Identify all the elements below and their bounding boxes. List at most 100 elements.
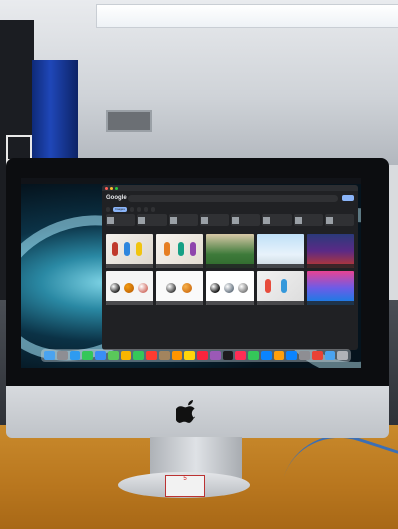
image-result[interactable]: [156, 234, 204, 268]
settings-icon[interactable]: [299, 351, 310, 360]
figure: [190, 242, 197, 256]
image-caption: [256, 264, 304, 268]
sticker-text: 5: [183, 476, 187, 482]
music-icon[interactable]: [197, 351, 208, 360]
soccer-ball-icon: [110, 283, 120, 293]
volleyball-icon: [138, 283, 148, 293]
filter-chip[interactable]: [106, 206, 110, 212]
mail-icon[interactable]: [95, 351, 106, 360]
minimize-window-icon[interactable]: [110, 186, 113, 190]
tv-icon[interactable]: [222, 351, 234, 360]
filter-chip[interactable]: [143, 206, 148, 212]
related-search-chip[interactable]: [168, 214, 198, 226]
search-header: Google: [102, 191, 358, 205]
numbers-icon[interactable]: [248, 351, 259, 360]
image-result[interactable]: [306, 271, 354, 305]
image-result[interactable]: [256, 234, 304, 268]
related-thumbnail: [263, 216, 271, 224]
related-search-chip[interactable]: [262, 214, 292, 226]
maximize-window-icon[interactable]: [115, 186, 118, 190]
search-filter-tabs: Images: [102, 205, 358, 213]
image-caption: [306, 264, 354, 268]
search-input[interactable]: [128, 194, 338, 202]
safari-icon[interactable]: [69, 351, 81, 360]
maps-icon[interactable]: [107, 351, 119, 360]
figure: [112, 242, 118, 256]
figure: [124, 242, 130, 256]
image-caption: [256, 301, 304, 305]
image-caption: [156, 264, 204, 268]
launchpad-icon[interactable]: [56, 351, 68, 360]
filter-chip[interactable]: [129, 206, 134, 212]
folder-icon[interactable]: [324, 351, 336, 360]
soccer-ball-icon: [238, 283, 249, 293]
notes-icon[interactable]: [184, 351, 195, 360]
image-result[interactable]: [256, 271, 304, 305]
messages-icon[interactable]: [82, 351, 93, 360]
filter-chip[interactable]: [150, 206, 155, 212]
image-result[interactable]: [156, 271, 204, 305]
browser-window[interactable]: Google Images: [102, 185, 358, 350]
pages-icon[interactable]: [273, 351, 285, 360]
trash-icon[interactable]: [337, 351, 348, 360]
figure: [264, 279, 271, 293]
basketball-icon: [182, 283, 193, 293]
related-thumbnail: [200, 216, 208, 224]
finder-icon[interactable]: [44, 351, 55, 360]
photos-icon[interactable]: [120, 351, 132, 360]
apple-logo-icon: [176, 400, 195, 423]
reminders-icon[interactable]: [171, 351, 183, 360]
image-result[interactable]: [106, 271, 154, 305]
related-thumbnail: [232, 216, 239, 224]
volleyball-icon: [224, 283, 235, 293]
podcasts-icon[interactable]: [209, 351, 221, 360]
macos-menu-bar[interactable]: [21, 178, 361, 184]
image-result[interactable]: [106, 234, 154, 268]
appstore-icon[interactable]: [286, 351, 297, 360]
image-result[interactable]: [206, 271, 254, 305]
price-sticker: 5: [165, 475, 205, 497]
related-searches-bar: [102, 213, 358, 227]
safe-search-notice[interactable]: [102, 227, 358, 233]
related-thumbnail: [138, 216, 146, 224]
image-caption: [206, 301, 254, 305]
related-search-chip[interactable]: [137, 214, 167, 226]
ceiling-light: [96, 4, 398, 28]
figure: [164, 242, 171, 256]
image-caption: [206, 264, 254, 268]
google-logo[interactable]: Google: [106, 195, 127, 201]
figure: [178, 242, 185, 256]
figure: [280, 279, 287, 293]
related-search-chip[interactable]: [106, 214, 136, 226]
soccer-ball-icon: [166, 283, 177, 293]
filter-chip-images[interactable]: Images: [113, 206, 127, 212]
contacts-icon[interactable]: [158, 351, 170, 360]
filter-chip[interactable]: [136, 206, 141, 212]
related-thumbnail: [294, 216, 302, 224]
sign-in-button[interactable]: [342, 195, 354, 201]
image-caption: [306, 301, 354, 305]
image-caption: [106, 264, 154, 268]
keynote-icon[interactable]: [260, 351, 272, 360]
close-window-icon[interactable]: [105, 186, 108, 190]
image-result[interactable]: [206, 234, 254, 268]
related-thumbnail: [169, 216, 177, 224]
related-search-chip[interactable]: [231, 214, 261, 226]
imac-chin: [6, 386, 389, 438]
related-search-chip[interactable]: [293, 214, 323, 226]
image-caption: [156, 301, 204, 305]
related-thumbnail: [325, 216, 333, 224]
chrome-icon[interactable]: [311, 351, 323, 360]
facetime-icon[interactable]: [133, 351, 144, 360]
related-thumbnail: [107, 216, 114, 224]
air-vent: [106, 110, 152, 132]
news-icon[interactable]: [235, 351, 246, 360]
calendar-icon[interactable]: [146, 351, 157, 360]
macos-dock[interactable]: [41, 349, 351, 362]
soccer-ball-icon: [210, 283, 221, 293]
image-caption: [106, 301, 154, 305]
image-result[interactable]: [306, 234, 354, 268]
related-search-chip[interactable]: [324, 214, 354, 226]
image-results-grid: [106, 234, 354, 305]
related-search-chip[interactable]: [199, 214, 229, 226]
